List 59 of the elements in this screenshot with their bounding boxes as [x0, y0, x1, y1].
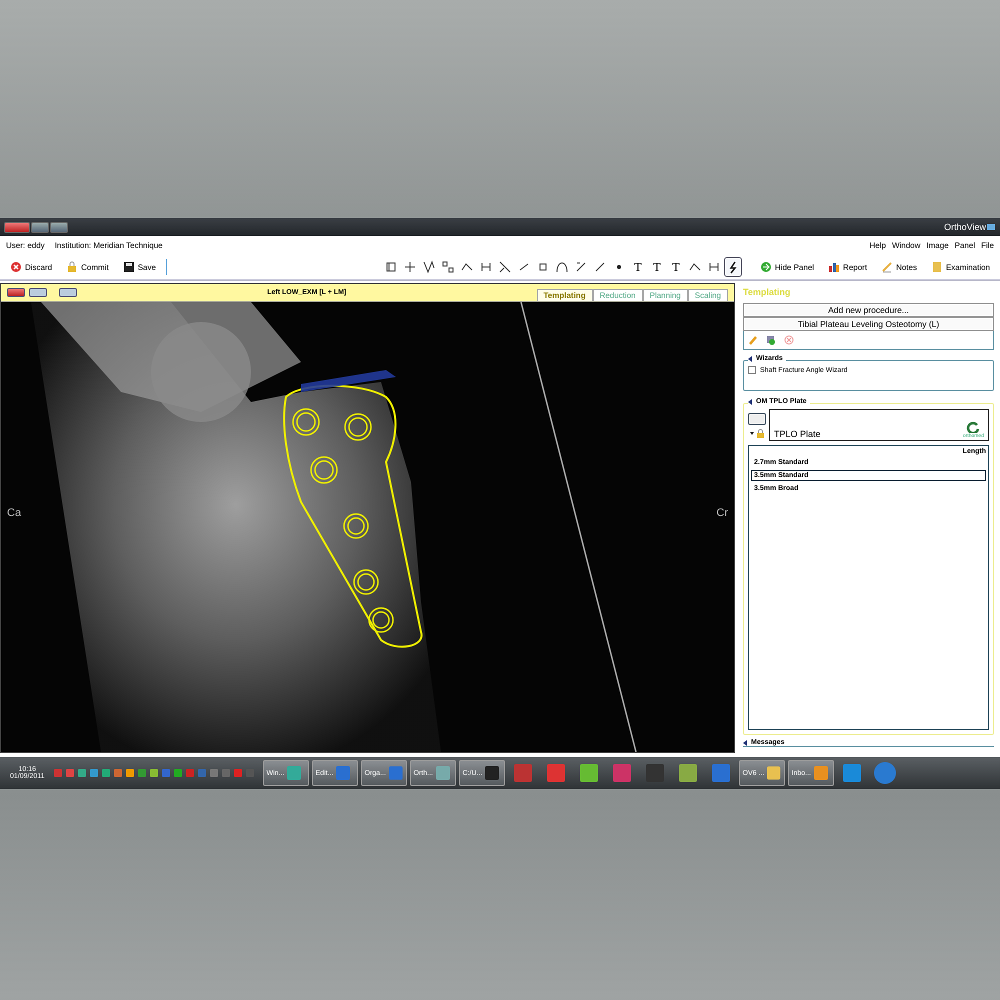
text-tool-button[interactable]: T	[648, 257, 666, 277]
panel-title: Templating	[743, 286, 792, 299]
menu-item[interactable]: Panel	[954, 241, 976, 250]
tool-icon	[384, 260, 398, 274]
minimize-button[interactable]	[50, 222, 68, 232]
expander-icon[interactable]	[743, 740, 748, 746]
tool-icon	[706, 260, 721, 274]
maximize-button[interactable]	[31, 222, 49, 232]
window-title: OrthoView	[944, 222, 986, 232]
expander-icon[interactable]	[748, 398, 753, 404]
tool-icon	[498, 260, 512, 274]
orientation-label: Cr	[716, 507, 728, 519]
tool-button[interactable]	[724, 257, 742, 277]
tool-icon	[440, 260, 455, 274]
text-tool-button[interactable]: T	[628, 257, 647, 277]
dot-icon	[616, 264, 622, 270]
padlock-icon	[66, 261, 78, 273]
cross-icon	[10, 261, 22, 273]
discard-button[interactable]: Discard	[6, 257, 56, 277]
tool-icon	[422, 260, 436, 274]
tab[interactable]: Templating	[536, 289, 593, 301]
dropdown-arrow-icon[interactable]	[750, 432, 754, 434]
menu-item[interactable]: Help	[870, 241, 886, 250]
info-label: Institution: Meridian Technique	[54, 241, 163, 250]
zoom-button[interactable]	[59, 288, 77, 297]
pencil-icon[interactable]	[748, 335, 758, 345]
plate-template-drawing[interactable]	[283, 384, 423, 648]
arrow-icon	[760, 261, 772, 273]
report-button[interactable]: Report	[824, 257, 872, 277]
tool-icon	[554, 260, 569, 274]
refresh-icon[interactable]	[766, 335, 776, 345]
close-button[interactable]	[7, 288, 25, 297]
commit-button[interactable]: Commit	[62, 257, 113, 277]
save-button[interactable]: Save	[118, 257, 160, 277]
menu-item[interactable]: Image	[926, 241, 949, 250]
text-tool-button[interactable]: T	[666, 257, 685, 277]
procedure-dropdown-option[interactable]: Add new procedure...	[743, 303, 994, 317]
pencil-icon	[881, 261, 894, 273]
delete-icon[interactable]	[784, 335, 794, 345]
expander-icon[interactable]	[748, 356, 753, 362]
tool-icon	[478, 260, 493, 274]
folder-icon	[930, 261, 943, 273]
checkbox[interactable]	[748, 366, 756, 374]
restore-button[interactable]	[29, 288, 47, 297]
bar-chart-icon	[828, 261, 840, 273]
plate-name: TPLO Plate	[774, 429, 821, 439]
app-icon	[986, 223, 996, 231]
notes-button[interactable]: Notes	[877, 257, 921, 277]
menu-item[interactable]: File	[981, 241, 994, 250]
info-label: User: eddy	[6, 241, 45, 250]
tool-icon	[402, 260, 417, 274]
logo-icon	[966, 421, 980, 433]
close-button[interactable]	[4, 222, 30, 232]
procedure-dropdown[interactable]: Tibial Plateau Leveling Osteotomy (L)	[743, 317, 994, 331]
orientation-label: Ca	[7, 507, 22, 519]
examination-button[interactable]: Examination	[926, 257, 994, 277]
hide-panel-button[interactable]: Hide Panel	[756, 257, 818, 277]
menu-item[interactable]: Window	[892, 241, 920, 250]
view-button[interactable]	[748, 412, 766, 424]
